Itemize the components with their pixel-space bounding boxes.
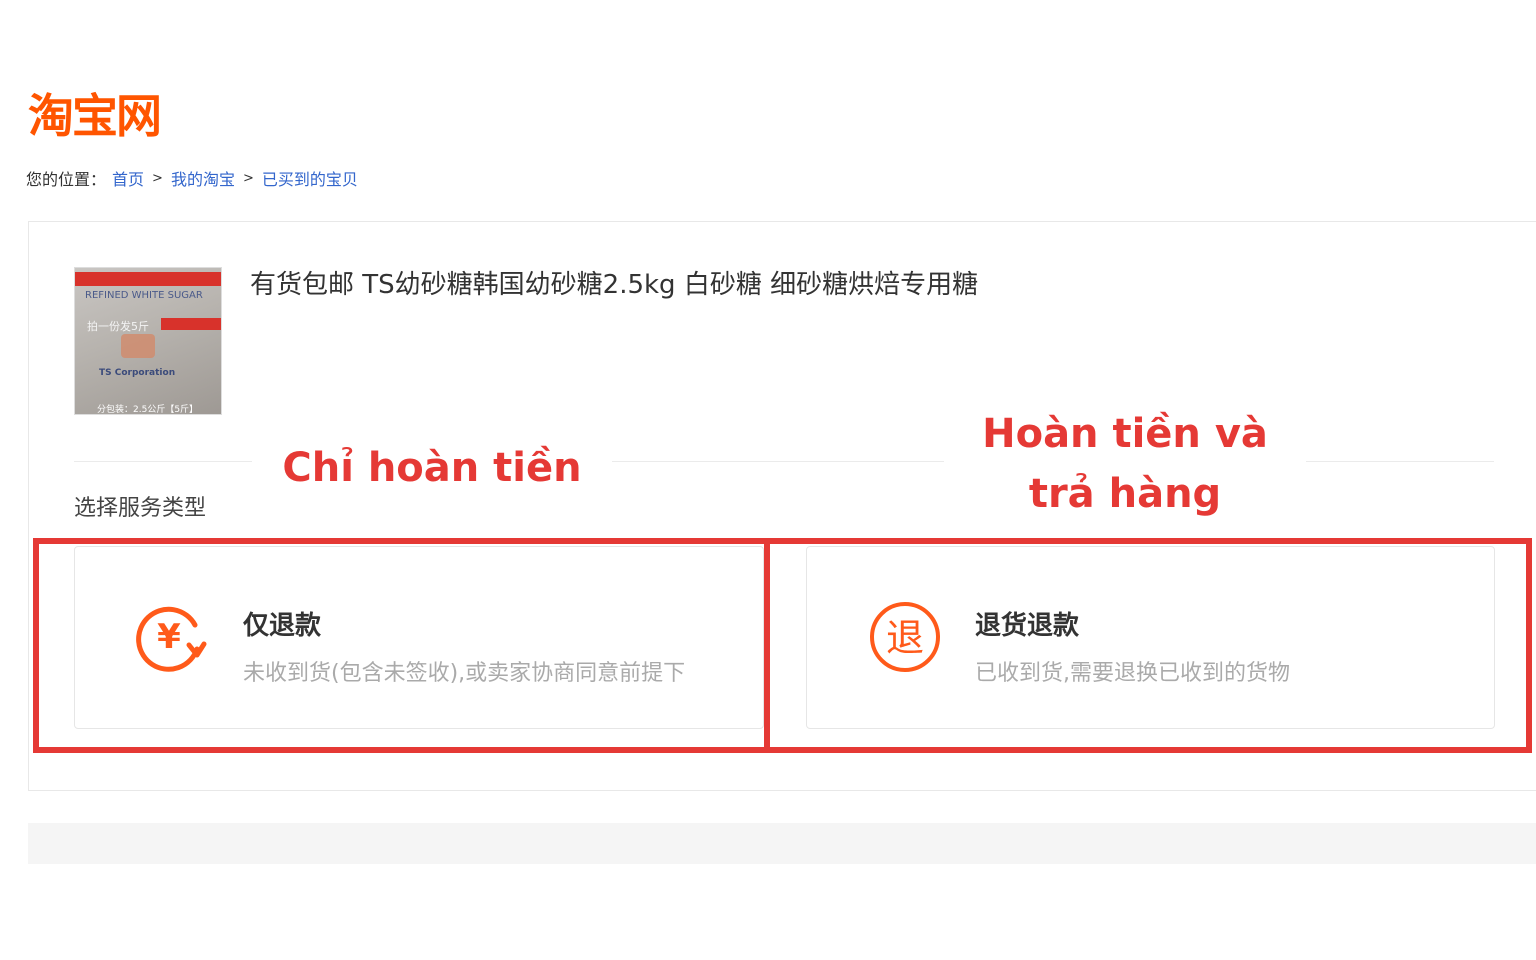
- service-type-label: 选择服务类型: [74, 496, 207, 521]
- thumb-red-tag: [161, 318, 221, 330]
- taobao-logo[interactable]: 淘宝网: [28, 80, 162, 146]
- thumb-red-band: [75, 272, 221, 286]
- return-refund-desc: 已收到货,需要退换已收到的货物: [975, 661, 1290, 686]
- breadcrumb-purchased-link[interactable]: 已买到的宝贝: [262, 166, 358, 190]
- thumb-text-refined: REFINED WHITE SUGAR: [85, 290, 203, 301]
- refund-only-desc: 未收到货(包含未签收),或卖家协商同意前提下: [243, 661, 686, 686]
- product-thumbnail[interactable]: REFINED WHITE SUGAR 拍一份发5斤 TS Corporatio…: [74, 267, 222, 415]
- breadcrumb-my-taobao-link[interactable]: 我的淘宝: [171, 166, 235, 190]
- product-title[interactable]: 有货包邮 TS幼砂糖韩国幼砂糖2.5kg 白砂糖 细砂糖烘焙专用糖: [250, 264, 978, 301]
- refund-only-title: 仅退款: [243, 611, 322, 641]
- return-icon: 退: [870, 602, 940, 672]
- annotation-label-line1: Hoàn tiền và: [982, 411, 1268, 457]
- return-refund-title: 退货退款: [975, 611, 1080, 641]
- refund-page: 淘宝网 您的位置： 首页 > 我的淘宝 > 已买到的宝贝 REFINED WHI…: [0, 0, 1536, 960]
- thumb-text-brand: TS Corporation: [99, 368, 176, 378]
- thumb-logo-mark: [121, 334, 155, 358]
- breadcrumb-separator: >: [152, 170, 163, 186]
- annotation-label-return-refund: Hoàn tiền và trả hàng: [944, 404, 1306, 524]
- annotation-label-refund-only: Chỉ hoàn tiền: [252, 440, 612, 496]
- annotation-label-line2: trả hàng: [1028, 471, 1222, 517]
- thumb-text-weight: 分包装：2.5公斤【5斤】: [97, 405, 199, 415]
- svg-text:退: 退: [886, 616, 924, 660]
- breadcrumb-separator: >: [242, 170, 254, 186]
- refund-only-option[interactable]: ¥ 仅退款 未收到货(包含未签收),或卖家协商同意前提下: [74, 546, 764, 729]
- footer-bar: [28, 823, 1536, 864]
- thumb-text-promo: 拍一份发5斤: [87, 320, 149, 333]
- breadcrumb-label: 您的位置：: [26, 170, 107, 189]
- breadcrumb-home-link[interactable]: 首页: [112, 166, 144, 190]
- return-refund-option[interactable]: 退 退货退款 已收到货,需要退换已收到的货物: [806, 546, 1495, 729]
- breadcrumb: 您的位置： 首页 > 我的淘宝 > 已买到的宝贝: [26, 166, 358, 190]
- svg-text:¥: ¥: [157, 617, 181, 657]
- yen-refund-icon: ¥: [136, 606, 207, 672]
